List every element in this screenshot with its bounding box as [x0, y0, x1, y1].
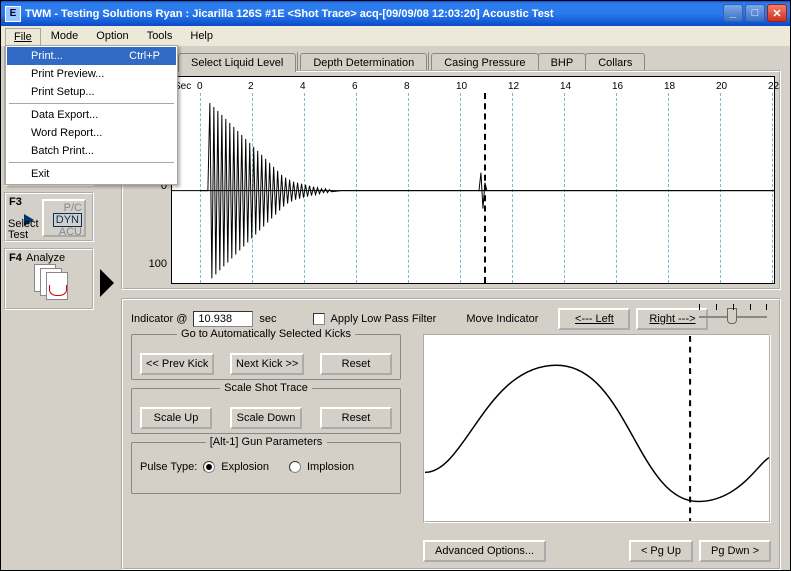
maximize-button[interactable]: □	[745, 4, 765, 22]
controls-panel: Indicator @ 10.938 sec Apply Low Pass Fi…	[121, 298, 781, 570]
window-title: TWM - Testing Solutions Ryan : Jicarilla…	[25, 8, 554, 20]
file-dropdown: Print...Ctrl+P Print Preview... Print Se…	[5, 45, 178, 185]
menu-print-preview[interactable]: Print Preview...	[7, 65, 176, 83]
left-button[interactable]: <--- Left	[558, 308, 630, 330]
indicator-slider[interactable]	[699, 306, 767, 326]
menubar: File Mode Option Tools Help	[1, 26, 790, 46]
shot-trace-panel: -100 0 100 Sec 0 2 4 6 8 10 12 14 16 18 …	[121, 70, 781, 290]
reset-scale-button[interactable]: Reset	[320, 407, 392, 429]
zoom-chart[interactable]	[423, 334, 771, 523]
report-icon	[34, 264, 78, 304]
prev-kick-button[interactable]: << Prev Kick	[140, 353, 214, 375]
menu-print-setup[interactable]: Print Setup...	[7, 83, 176, 101]
menu-batch-print[interactable]: Batch Print...	[7, 142, 176, 160]
titlebar: E TWM - Testing Solutions Ryan : Jicaril…	[1, 1, 790, 26]
kick-group: Go to Automatically Selected Kicks << Pr…	[131, 334, 401, 380]
tab-select-liquid-level[interactable]: Select Liquid Level	[178, 53, 296, 72]
scale-group: Scale Shot Trace Scale Up Scale Down Res…	[131, 388, 401, 434]
shot-trace-chart[interactable]: Sec 0 2 4 6 8 10 12 14 16 18 20 22	[171, 76, 775, 284]
tool-f3-select-test[interactable]: F3 P/C DYN ACU SelectTest	[4, 192, 94, 242]
scale-up-button[interactable]: Scale Up	[140, 407, 212, 429]
minimize-button[interactable]: _	[723, 4, 743, 22]
gun-group: [Alt-1] Gun Parameters Pulse Type: Explo…	[131, 442, 401, 494]
indicator-label: Indicator @	[131, 313, 187, 325]
menu-help[interactable]: Help	[182, 28, 221, 44]
close-button[interactable]: ✕	[767, 4, 787, 22]
advanced-options-button[interactable]: Advanced Options...	[423, 540, 546, 562]
indicator-value[interactable]: 10.938	[193, 311, 253, 327]
menu-print[interactable]: Print...Ctrl+P	[7, 47, 176, 65]
page-up-button[interactable]: < Pg Up	[629, 540, 693, 562]
right-button[interactable]: Right --->	[636, 308, 708, 330]
separator	[9, 162, 174, 163]
reset-kick-button[interactable]: Reset	[320, 353, 392, 375]
next-kick-button[interactable]: Next Kick >>	[230, 353, 304, 375]
menu-file[interactable]: File	[5, 28, 41, 45]
radio-implosion[interactable]	[289, 461, 301, 473]
menu-mode[interactable]: Mode	[43, 28, 87, 44]
menu-tools[interactable]: Tools	[139, 28, 181, 44]
separator	[9, 103, 174, 104]
arrow-icon	[100, 269, 114, 297]
waveform	[172, 93, 774, 288]
menu-data-export[interactable]: Data Export...	[7, 106, 176, 124]
tool-f4-analyze[interactable]: F4 Analyze	[4, 248, 94, 310]
pulse-label: Pulse Type:	[140, 461, 197, 473]
scale-down-button[interactable]: Scale Down	[230, 407, 302, 429]
low-pass-checkbox[interactable]	[313, 313, 325, 325]
app-icon: E	[5, 6, 21, 22]
radio-explosion[interactable]	[203, 461, 215, 473]
menu-word-report[interactable]: Word Report...	[7, 124, 176, 142]
menu-option[interactable]: Option	[88, 28, 136, 44]
tab-row: Select Liquid Level Depth Determination …	[178, 52, 644, 72]
move-indicator-label: Move Indicator	[466, 313, 538, 325]
low-pass-label: Apply Low Pass Filter	[331, 313, 437, 325]
page-down-button[interactable]: Pg Dwn >	[699, 540, 771, 562]
menu-exit[interactable]: Exit	[7, 165, 176, 183]
dyn-box: P/C DYN ACU	[42, 199, 86, 237]
